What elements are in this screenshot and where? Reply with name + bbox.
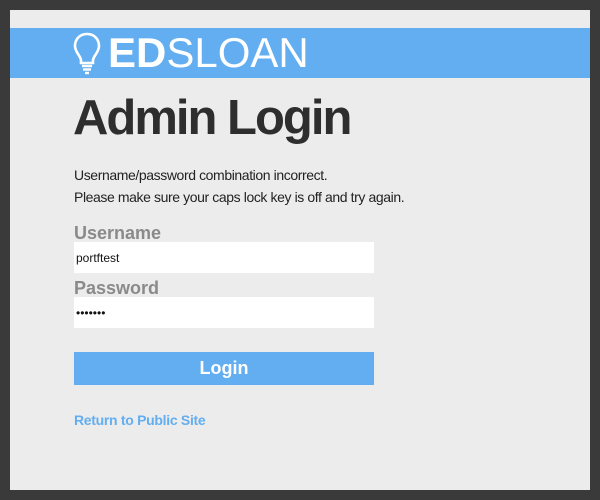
logo-text-bold: ED [108,29,167,76]
lightbulb-icon [73,32,101,75]
login-page: ED SLOAN Admin Login Username/password c… [10,10,590,490]
logo-text-light: SLOAN [166,29,309,76]
username-label: Username [74,223,162,243]
password-input[interactable] [74,297,374,328]
return-to-public-site-link[interactable]: Return to Public Site [74,412,206,428]
error-message: Username/password combination incorrect.… [74,164,405,208]
header-bar: ED SLOAN [10,28,590,78]
password-label: Password [74,278,160,298]
username-input[interactable] [74,242,374,273]
error-line-2: Please make sure your caps lock key is o… [74,189,405,205]
error-line-1: Username/password combination incorrect. [74,167,328,183]
login-button[interactable]: Login [74,352,374,385]
page-title: Admin Login [73,91,352,145]
site-logo[interactable]: ED SLOAN [72,28,309,78]
